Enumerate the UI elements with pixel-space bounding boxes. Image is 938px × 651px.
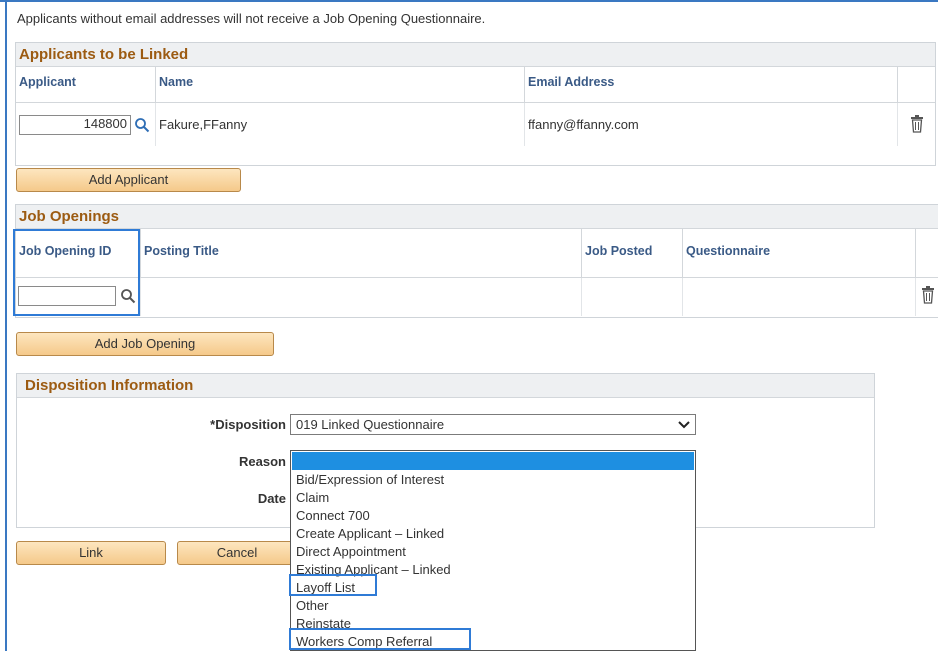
disposition-section-title: Disposition Information	[17, 374, 874, 398]
col-job-opening-id: Job Opening ID	[16, 229, 141, 277]
col-questionnaire: Questionnaire	[683, 229, 916, 277]
delete-cell	[916, 278, 938, 316]
delete-cell	[898, 103, 935, 146]
trash-icon[interactable]	[921, 286, 935, 304]
disposition-label: *Disposition	[210, 417, 286, 432]
col-email: Email Address	[525, 67, 898, 102]
job-openings-grid-header: Job Opening ID Posting Title Job Posted …	[16, 229, 938, 278]
reason-option[interactable]: Create Applicant – Linked	[291, 525, 695, 543]
reason-option[interactable]: Other	[291, 597, 695, 615]
magnifier-icon[interactable]	[134, 117, 150, 133]
window-top-border	[0, 0, 938, 2]
disposition-select-value: 019 Linked Questionnaire	[296, 417, 445, 432]
applicant-id-input[interactable]: 148800	[19, 115, 131, 135]
reason-dropdown-list[interactable]: Bid/Expression of Interest Claim Connect…	[290, 450, 696, 651]
job-opening-id-cell	[16, 278, 141, 316]
applicants-grid: Applicants to be Linked Applicant Name E…	[15, 42, 936, 166]
email-cell: ffanny@ffanny.com	[525, 103, 898, 146]
table-row: 148800 Fakure,FFanny ffanny@ffanny.com	[16, 103, 935, 146]
reason-option-blank[interactable]	[292, 452, 694, 470]
col-posting-title: Posting Title	[141, 229, 582, 277]
table-row	[16, 278, 938, 316]
col-applicant: Applicant	[16, 67, 156, 102]
reason-option-workers-comp-referral[interactable]: Workers Comp Referral	[291, 633, 695, 651]
job-openings-grid: Job Openings Job Opening ID Posting Titl…	[15, 204, 938, 318]
reason-label: Reason	[239, 454, 286, 469]
col-delete	[898, 67, 935, 102]
reason-option[interactable]: Claim	[291, 489, 695, 507]
job-posted-cell	[582, 278, 683, 316]
add-job-opening-button[interactable]: Add Job Opening	[16, 332, 274, 356]
posting-title-cell	[141, 278, 582, 316]
reason-option[interactable]: Existing Applicant – Linked	[291, 561, 695, 579]
applicant-email: ffanny@ffanny.com	[528, 117, 639, 132]
reason-option[interactable]: Bid/Expression of Interest	[291, 471, 695, 489]
applicants-grid-header: Applicant Name Email Address	[16, 67, 935, 103]
reason-option[interactable]: Direct Appointment	[291, 543, 695, 561]
add-applicant-button[interactable]: Add Applicant	[16, 168, 241, 192]
job-opening-id-input[interactable]	[18, 286, 116, 306]
applicant-name: Fakure,FFanny	[159, 117, 248, 132]
magnifier-icon[interactable]	[120, 288, 136, 304]
reason-option-layoff-list[interactable]: Layoff List	[291, 579, 695, 597]
questionnaire-cell	[683, 278, 916, 316]
reason-option[interactable]: Connect 700	[291, 507, 695, 525]
name-cell: Fakure,FFanny	[156, 103, 525, 146]
window-left-border	[5, 0, 7, 651]
chevron-down-icon	[678, 421, 690, 429]
email-notice: Applicants without email addresses will …	[17, 11, 486, 26]
col-name: Name	[156, 67, 525, 102]
job-openings-grid-title: Job Openings	[16, 205, 938, 229]
applicant-cell: 148800	[16, 103, 156, 146]
applicants-grid-title: Applicants to be Linked	[16, 43, 935, 67]
cancel-button[interactable]: Cancel	[177, 541, 297, 565]
date-label: Date	[257, 491, 286, 506]
col-job-posted: Job Posted	[582, 229, 683, 277]
trash-icon[interactable]	[910, 115, 924, 133]
disposition-select[interactable]: 019 Linked Questionnaire	[290, 414, 696, 435]
reason-option[interactable]: Reinstate	[291, 615, 695, 633]
link-button[interactable]: Link	[16, 541, 166, 565]
